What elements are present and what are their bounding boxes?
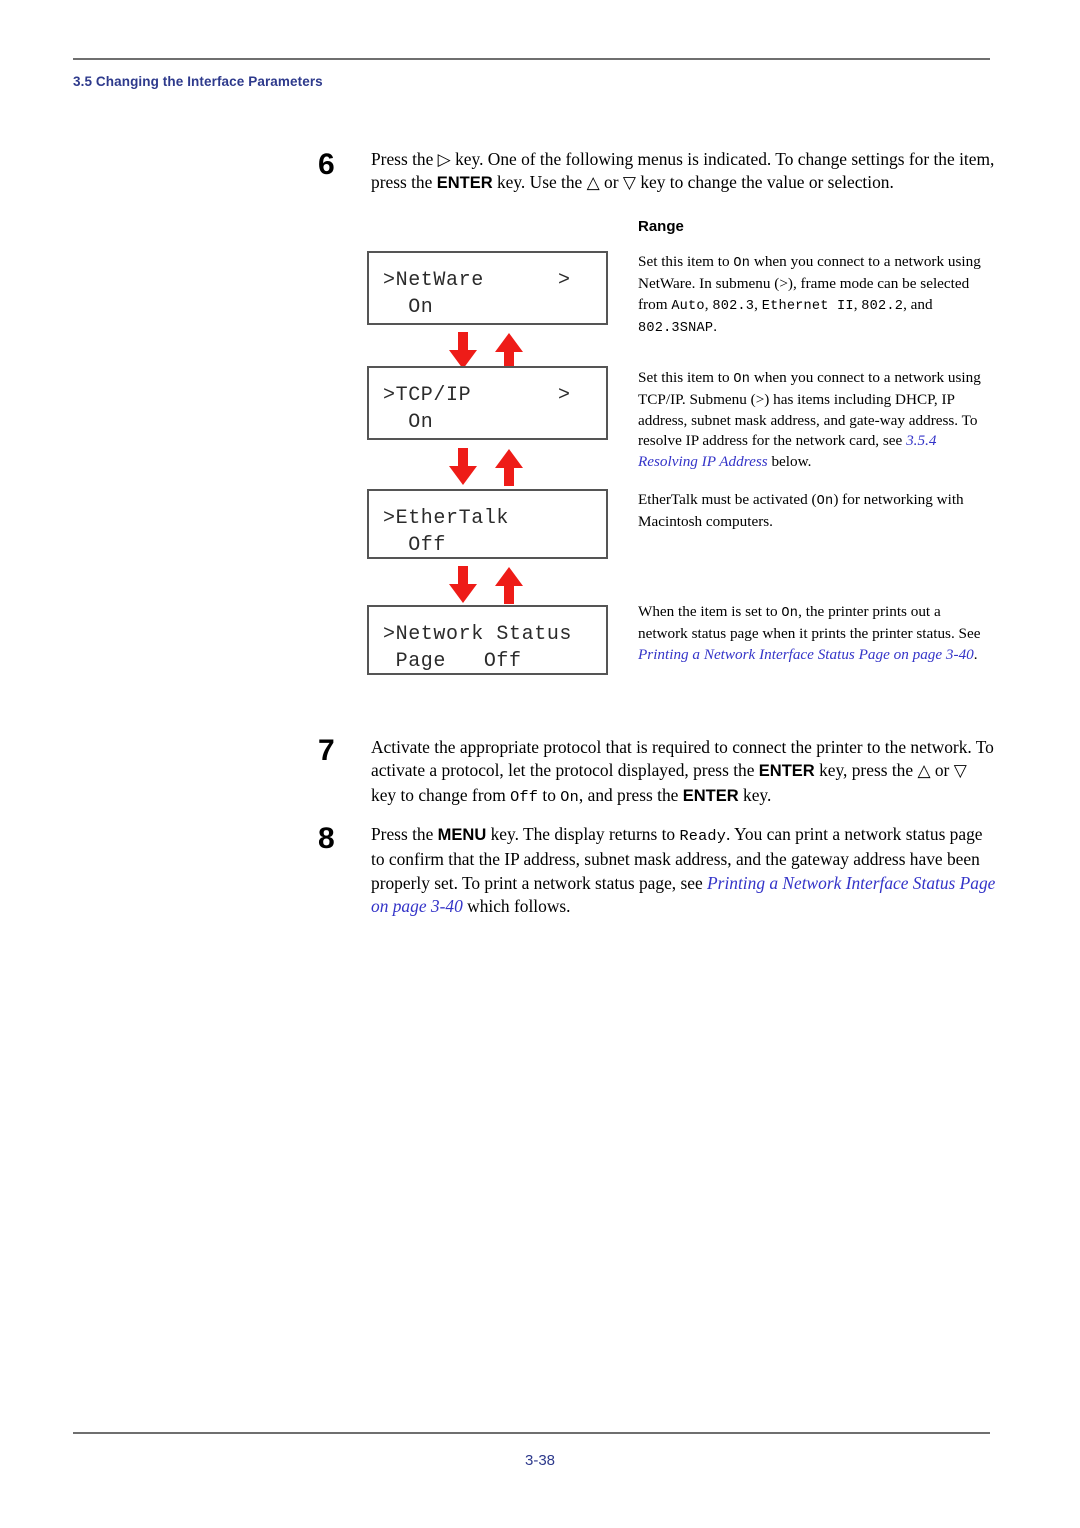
lcd-network-status-line1: >Network Status: [383, 623, 573, 646]
lcd-ethertalk-line2: Off: [383, 534, 447, 557]
rng0-c6: 802.3SNAP: [638, 321, 714, 337]
step7-t5: to: [538, 784, 561, 805]
step6-t6: key to change the value or selection.: [635, 172, 894, 193]
step8-t4: which follows.: [462, 895, 571, 916]
step7-t7: key.: [738, 784, 772, 805]
rng3-c1: On: [781, 606, 799, 621]
arrow-up-icon: [495, 333, 523, 370]
lcd-netware-submenu-marker: >: [557, 269, 570, 292]
rng0-c2: Auto: [671, 298, 705, 314]
step7-t4: key to change from: [371, 784, 511, 805]
lcd-netware-line1: >NetWare: [383, 269, 484, 292]
page-number: 3-38: [524, 1452, 556, 1469]
down-triangle-icon: ▽: [622, 173, 636, 193]
document-page: 3.5 Changing the Interface Parameters 6 …: [0, 0, 1080, 1528]
step7-t3: or: [930, 760, 954, 781]
step8-code-ready: Ready: [679, 827, 727, 845]
rng3-t1: When the item is set to: [638, 603, 782, 620]
step-7-text: Activate the appropriate protocol that i…: [371, 736, 996, 809]
step7-code-on: On: [560, 787, 579, 806]
rng1-t3: below.: [767, 452, 812, 470]
lcd-network-status-line2: Page Off: [383, 650, 522, 673]
lcd-panel-tcpip: >TCP/IP > On: [367, 366, 608, 440]
step8-t1: Press the: [371, 824, 438, 844]
rng1-c1: On: [733, 372, 751, 387]
step-6-text: Press the ▷ key. One of the following me…: [371, 148, 996, 196]
step6-t2: key. One of the following menus is indic…: [450, 149, 955, 169]
rng2-t1: EtherTalk must be activated (: [638, 491, 817, 508]
lcd-tcpip-line1: >TCP/IP: [383, 384, 472, 407]
range-column-heading: Range: [638, 218, 684, 235]
lcd-panel-network-status: >Network Status Page Off: [367, 605, 608, 675]
step6-t1: Press the: [371, 149, 438, 169]
rng2-c1: On: [816, 494, 834, 509]
enter-key-label: ENTER: [682, 786, 739, 805]
lcd-panel-netware: >NetWare > On: [367, 251, 608, 325]
enter-key-label: ENTER: [758, 762, 815, 781]
enter-key-label: ENTER: [436, 174, 493, 193]
arrow-down-icon: [449, 332, 477, 369]
step-8-text: Press the MENU key. The display returns …: [371, 823, 996, 918]
right-triangle-icon: ▷: [437, 150, 451, 169]
step-8-number: 8: [318, 822, 335, 855]
rng0-t4: ,: [754, 295, 762, 313]
up-triangle-icon: △: [586, 173, 600, 193]
step6-t4: key. Use the: [492, 172, 587, 193]
up-triangle-icon: △: [917, 761, 931, 781]
range-text-tcpip: Set this item to On when you connect to …: [638, 368, 994, 472]
step-7-number: 7: [318, 734, 335, 767]
arrow-pair-1: [440, 332, 536, 370]
rng0-c4: Ethernet II: [761, 298, 854, 314]
rng0-t1: Set this item to: [638, 253, 734, 270]
down-triangle-icon: ▽: [953, 761, 967, 781]
arrow-up-icon: [495, 567, 523, 604]
step6-t5: or: [599, 172, 623, 193]
step7-t6: , and press the: [578, 784, 683, 805]
menu-key-label: MENU: [437, 826, 487, 844]
rng0-c5: 802.2: [861, 298, 904, 314]
rng0-c1: On: [733, 256, 751, 271]
lcd-tcpip-submenu-marker: >: [557, 384, 570, 407]
step8-t2: key. The display returns to: [486, 824, 680, 844]
step7-code-off: Off: [510, 787, 539, 806]
lcd-panel-ethertalk: >EtherTalk Off: [367, 489, 608, 559]
range-text-netware: Set this item to On when you connect to …: [638, 252, 994, 340]
lcd-tcpip-line2: On: [383, 411, 434, 434]
running-header-title: 3.5 Changing the Interface Parameters: [73, 74, 323, 89]
step-6-number: 6: [318, 148, 335, 181]
arrow-pair-3: [440, 566, 536, 604]
lcd-netware-line2: On: [383, 296, 434, 319]
footer-divider: [73, 1432, 990, 1434]
rng1-t1: Set this item to: [638, 369, 734, 386]
rng0-c3: 802.3: [712, 298, 755, 314]
lcd-ethertalk-line1: >EtherTalk: [383, 507, 510, 530]
xref-printing-network-status-page-range[interactable]: Printing a Network Interface Status Page…: [638, 646, 974, 663]
rng3-t3: .: [973, 645, 978, 663]
step7-t2: key, press the: [814, 760, 918, 781]
arrow-pair-2: [440, 448, 536, 486]
arrow-up-icon: [495, 449, 523, 486]
range-text-network-status: When the item is set to On, the printer …: [638, 602, 994, 665]
rng0-t6: , and: [903, 295, 933, 313]
range-text-ethertalk: EtherTalk must be activated (On) for net…: [638, 490, 994, 533]
rng0-t7: .: [713, 318, 718, 336]
arrow-down-icon: [449, 566, 477, 603]
header-divider: [73, 58, 990, 60]
arrow-down-icon: [449, 448, 477, 485]
